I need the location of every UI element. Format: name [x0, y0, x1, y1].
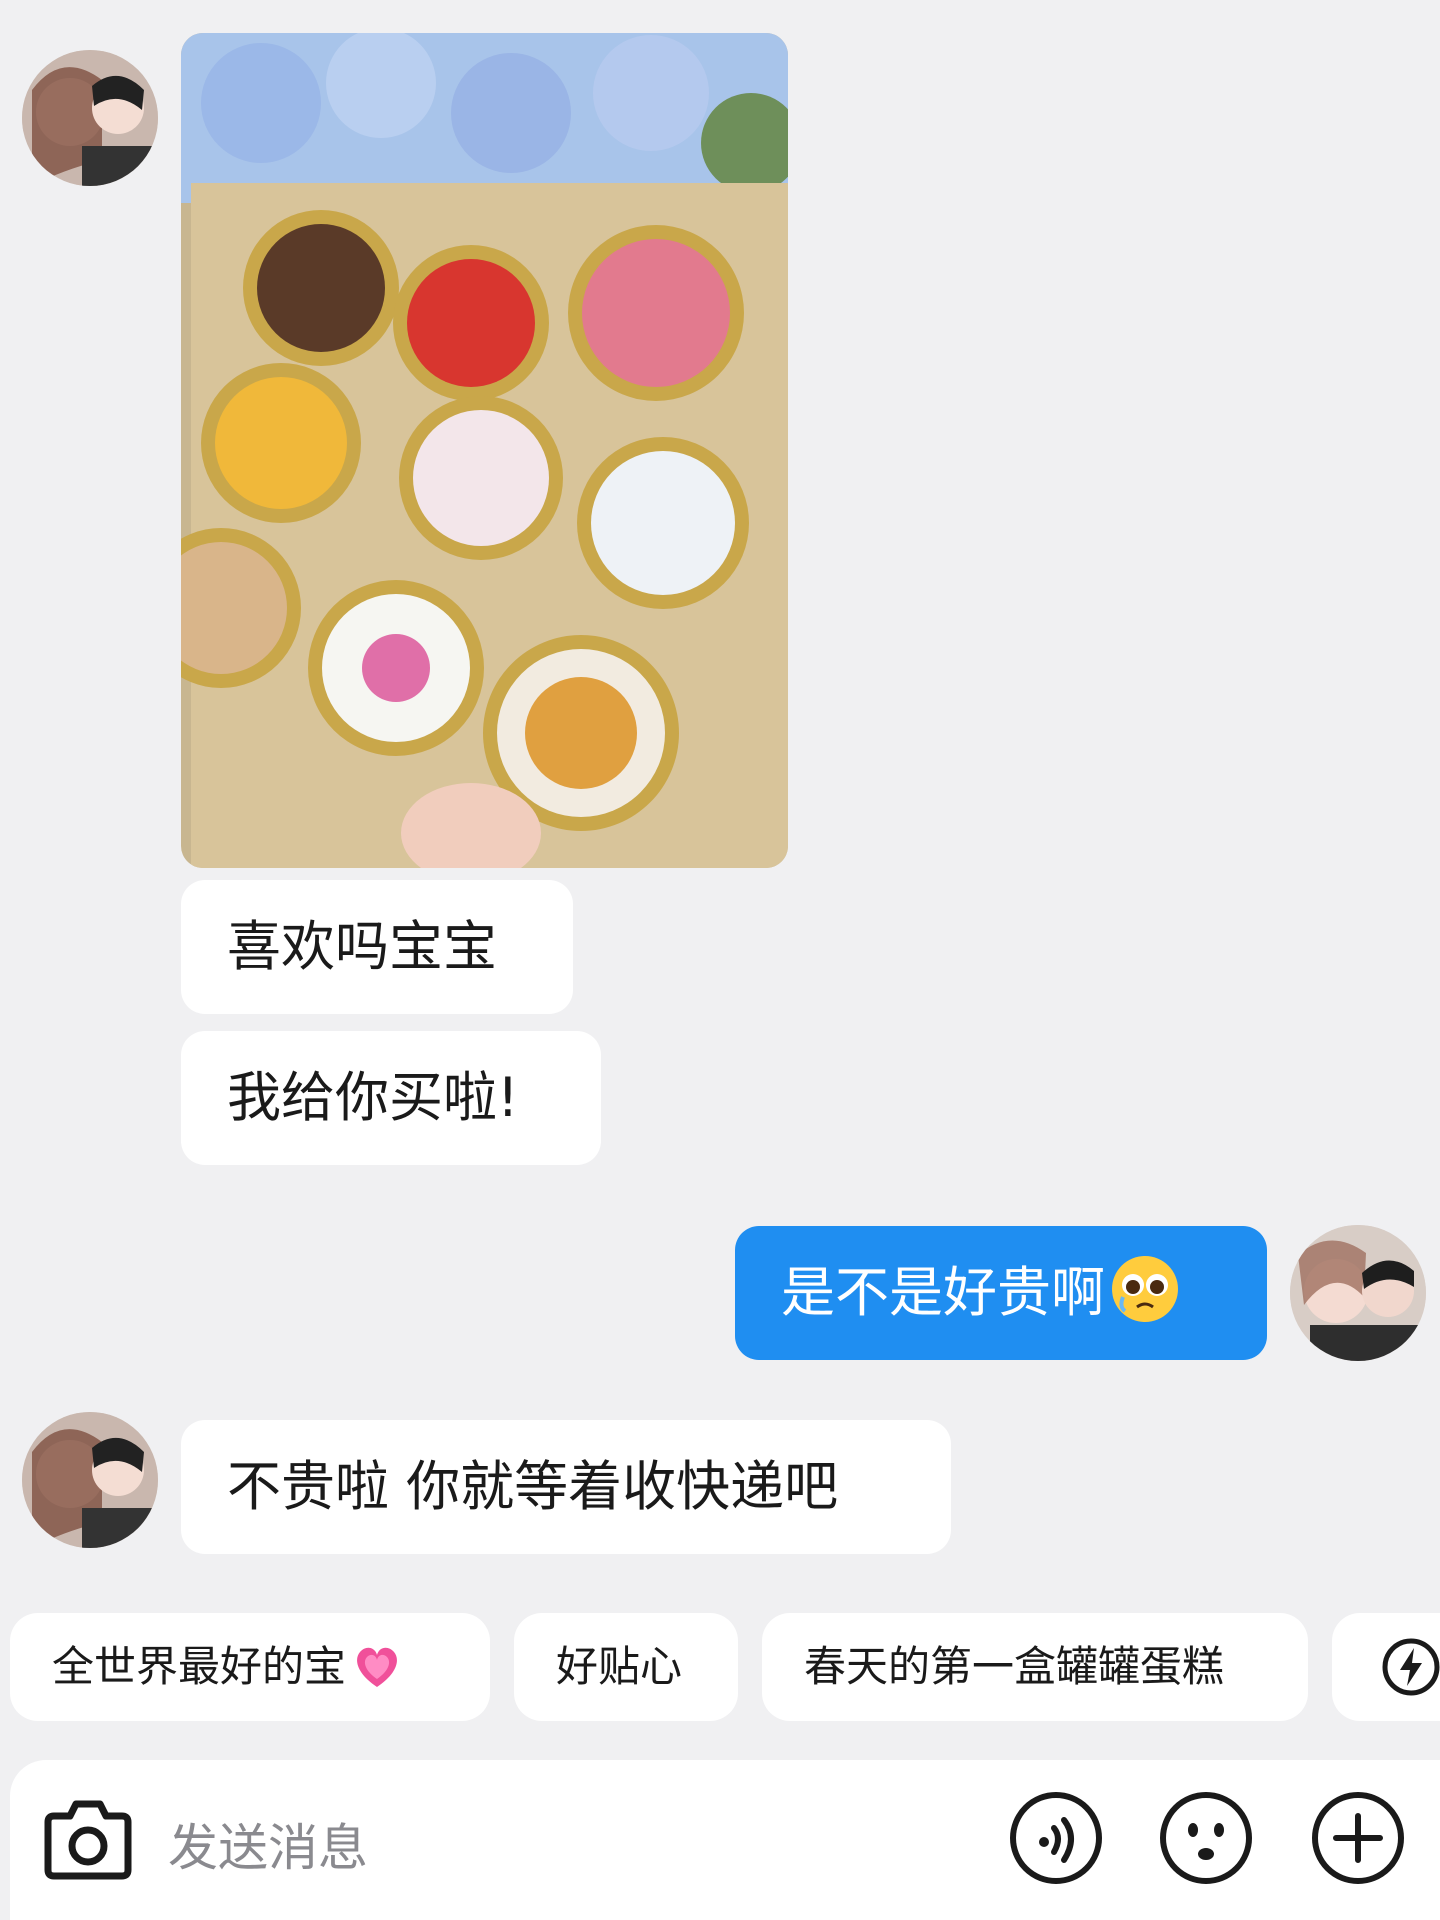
message-input[interactable]: 发送消息	[168, 1808, 368, 1880]
message-bubble-outgoing[interactable]: 是不是好贵啊	[735, 1226, 1267, 1360]
quick-reply-chip[interactable]: 全世界最好的宝	[10, 1613, 490, 1721]
message-text: 不贵啦 你就等着收快递吧	[227, 1455, 839, 1518]
my-avatar[interactable]	[1290, 1225, 1426, 1361]
avatar-photo	[22, 50, 158, 186]
avatar-photo	[1290, 1225, 1426, 1361]
contact-avatar[interactable]	[22, 50, 158, 186]
voice-icon[interactable]	[1008, 1790, 1104, 1886]
message-bubble-incoming[interactable]: 喜欢吗宝宝	[181, 880, 573, 1014]
camera-icon[interactable]	[40, 1794, 136, 1884]
growing-heart-icon	[357, 1647, 397, 1687]
message-bubble-incoming[interactable]: 我给你买啦!	[181, 1031, 601, 1165]
message-text: 是不是好贵啊	[781, 1261, 1105, 1324]
pleading-face-icon	[1112, 1256, 1178, 1322]
message-text: 我给你买啦!	[227, 1066, 519, 1129]
quick-reply-chip[interactable]: 春天的第一盒罐罐蛋糕	[762, 1613, 1308, 1721]
message-text: 喜欢吗宝宝	[227, 915, 497, 978]
quick-reply-more-chip[interactable]	[1332, 1613, 1440, 1721]
quick-reply-label: 春天的第一盒罐罐蛋糕	[804, 1642, 1225, 1691]
plus-icon[interactable]	[1310, 1790, 1406, 1886]
message-bubble-incoming[interactable]: 不贵啦 你就等着收快递吧	[181, 1420, 951, 1554]
quick-reply-chip[interactable]: 好贴心	[514, 1613, 738, 1721]
quick-reply-label: 全世界最好的宝	[52, 1642, 347, 1691]
emoji-icon[interactable]	[1158, 1790, 1254, 1886]
contact-avatar[interactable]	[22, 1412, 158, 1548]
lightning-icon	[1382, 1638, 1440, 1696]
image-message[interactable]	[181, 33, 788, 868]
avatar-photo	[22, 1412, 158, 1548]
quick-reply-label: 好贴心	[556, 1642, 683, 1691]
cake-box-photo	[181, 33, 788, 868]
